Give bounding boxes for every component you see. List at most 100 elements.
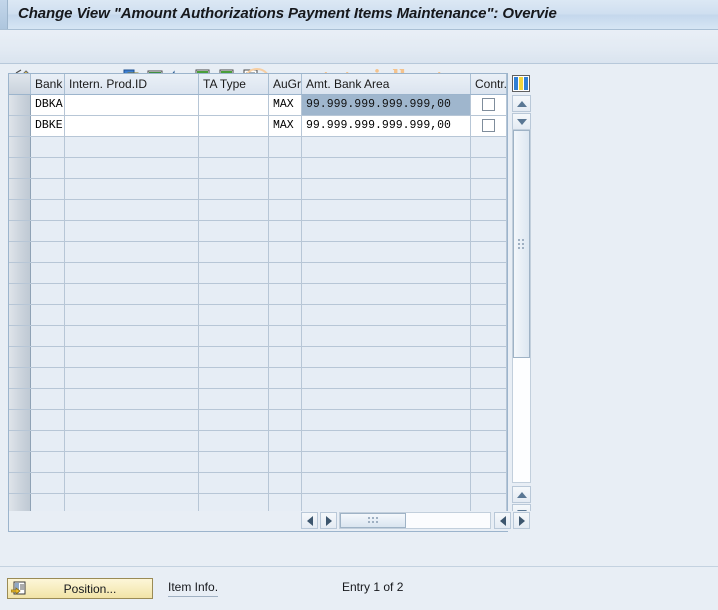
cell-bank[interactable]	[31, 158, 65, 178]
cell-selector[interactable]	[9, 284, 31, 304]
item-info-link[interactable]: Item Info.	[168, 580, 219, 597]
cell-contr[interactable]	[471, 95, 507, 115]
cell-amount[interactable]	[302, 179, 471, 199]
cell-amount[interactable]	[302, 263, 471, 283]
cell-ta_type[interactable]	[199, 158, 269, 178]
cell-bank[interactable]	[31, 284, 65, 304]
cell-ta_type[interactable]	[199, 242, 269, 262]
cell-ta_type[interactable]	[199, 368, 269, 388]
cell-amount[interactable]	[302, 242, 471, 262]
cell-bank[interactable]	[31, 263, 65, 283]
cell-ta_type[interactable]	[199, 452, 269, 472]
cell-augr[interactable]	[269, 242, 302, 262]
scroll-up-icon[interactable]	[512, 95, 531, 112]
cell-ta_type[interactable]	[199, 116, 269, 136]
cell-contr[interactable]	[471, 158, 507, 178]
cell-augr[interactable]: MAX	[269, 116, 302, 136]
position-button[interactable]: Position...	[7, 578, 153, 599]
cell-contr[interactable]	[471, 347, 507, 367]
table-row[interactable]	[9, 137, 535, 158]
cell-contr[interactable]	[471, 452, 507, 472]
cell-amount[interactable]	[302, 221, 471, 241]
table-row[interactable]	[9, 347, 535, 368]
cell-amount[interactable]	[302, 410, 471, 430]
cell-amount[interactable]	[302, 137, 471, 157]
cell-amount[interactable]	[302, 305, 471, 325]
scroll-block-left-icon[interactable]	[494, 512, 511, 529]
cell-contr[interactable]	[471, 431, 507, 451]
cell-prod_id[interactable]	[65, 284, 199, 304]
table-row[interactable]	[9, 200, 535, 221]
cell-amount[interactable]	[302, 473, 471, 493]
table-row[interactable]	[9, 473, 535, 494]
cell-bank[interactable]	[31, 221, 65, 241]
cell-augr[interactable]	[269, 284, 302, 304]
cell-prod_id[interactable]	[65, 221, 199, 241]
cell-augr[interactable]	[269, 389, 302, 409]
cell-amount[interactable]	[302, 452, 471, 472]
cell-ta_type[interactable]	[199, 221, 269, 241]
cell-selector[interactable]	[9, 242, 31, 262]
cell-augr[interactable]	[269, 494, 302, 511]
cell-prod_id[interactable]	[65, 263, 199, 283]
cell-bank[interactable]	[31, 326, 65, 346]
cell-bank[interactable]	[31, 305, 65, 325]
cell-bank[interactable]	[31, 473, 65, 493]
cell-ta_type[interactable]	[199, 347, 269, 367]
cell-bank[interactable]	[31, 242, 65, 262]
cell-augr[interactable]	[269, 368, 302, 388]
table-row[interactable]	[9, 410, 535, 431]
cell-selector[interactable]	[9, 368, 31, 388]
table-row[interactable]	[9, 305, 535, 326]
scroll-down-icon[interactable]	[512, 113, 531, 130]
table-row[interactable]	[9, 389, 535, 410]
cell-bank[interactable]: DBKE	[31, 116, 65, 136]
column-header-amount[interactable]: Amt. Bank Area	[302, 74, 471, 94]
cell-bank[interactable]	[31, 389, 65, 409]
contr-checkbox[interactable]	[481, 119, 495, 132]
table-row[interactable]	[9, 263, 535, 284]
cell-prod_id[interactable]	[65, 494, 199, 511]
cell-bank[interactable]	[31, 200, 65, 220]
cell-amount[interactable]	[302, 326, 471, 346]
cell-prod_id[interactable]	[65, 200, 199, 220]
contr-checkbox[interactable]	[481, 98, 495, 111]
cell-contr[interactable]	[471, 473, 507, 493]
cell-contr[interactable]	[471, 242, 507, 262]
cell-ta_type[interactable]	[199, 179, 269, 199]
column-header-selector[interactable]	[9, 74, 31, 94]
cell-bank[interactable]	[31, 179, 65, 199]
cell-ta_type[interactable]	[199, 200, 269, 220]
table-row[interactable]	[9, 242, 535, 263]
cell-bank[interactable]	[31, 347, 65, 367]
cell-selector[interactable]	[9, 473, 31, 493]
cell-prod_id[interactable]	[65, 158, 199, 178]
cell-ta_type[interactable]	[199, 305, 269, 325]
cell-selector[interactable]	[9, 431, 31, 451]
table-row[interactable]: DBKE MAX 99.999.999.999.999,00	[9, 116, 535, 137]
cell-augr[interactable]	[269, 158, 302, 178]
column-header-augr[interactable]: AuGr	[269, 74, 302, 94]
cell-bank[interactable]	[31, 452, 65, 472]
column-header-contr[interactable]: Contr.	[471, 74, 507, 94]
cell-ta_type[interactable]	[199, 410, 269, 430]
cell-contr[interactable]	[471, 305, 507, 325]
vertical-scrollbar-thumb[interactable]	[513, 130, 530, 358]
cell-bank[interactable]: DBKA	[31, 95, 65, 115]
cell-ta_type[interactable]	[199, 494, 269, 511]
table-row[interactable]: DBKA MAX 99.999.999.999.999,00	[9, 95, 535, 116]
cell-contr[interactable]	[471, 179, 507, 199]
cell-amount[interactable]	[302, 284, 471, 304]
cell-contr[interactable]	[471, 389, 507, 409]
cell-amount[interactable]	[302, 347, 471, 367]
cell-prod_id[interactable]	[65, 242, 199, 262]
cell-prod_id[interactable]	[65, 137, 199, 157]
cell-augr[interactable]	[269, 473, 302, 493]
cell-prod_id[interactable]	[65, 116, 199, 136]
cell-prod_id[interactable]	[65, 389, 199, 409]
cell-selector[interactable]	[9, 200, 31, 220]
cell-selector[interactable]	[9, 221, 31, 241]
cell-augr[interactable]: MAX	[269, 95, 302, 115]
cell-selector[interactable]	[9, 452, 31, 472]
cell-augr[interactable]	[269, 200, 302, 220]
